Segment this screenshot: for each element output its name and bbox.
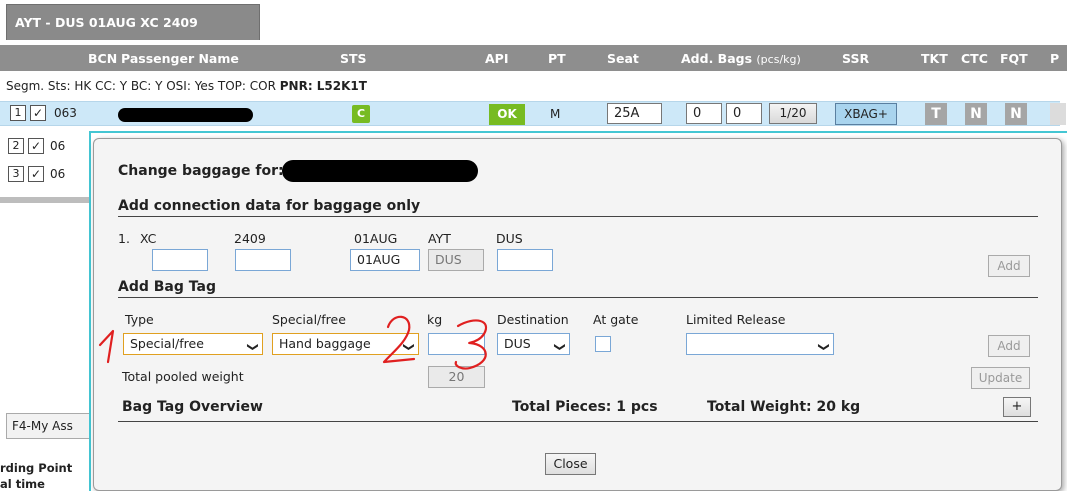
close-button[interactable]: Close [545,453,596,475]
row-separator [0,197,90,203]
row-checkbox[interactable]: ✓ [30,105,46,121]
col-add-bags-label: Add. Bags [681,51,753,66]
status-badge[interactable]: C [352,105,370,123]
type-select[interactable]: Special/free ❯ [123,333,263,355]
pooled-weight-value: 20 [428,366,485,388]
col-ctc[interactable]: CTC [961,51,988,66]
update-button[interactable]: Update [971,367,1030,389]
row-number[interactable]: 2 [8,138,24,154]
col-bcn[interactable]: BCN [88,51,117,66]
bags-kg-input[interactable]: 0 [726,103,762,124]
bcn-value: 06 [50,139,66,153]
total-pieces: Total Pieces: 1 pcs [512,399,658,415]
connection-date: 01AUG [354,231,398,246]
dialog-title: Change baggage for: [118,163,284,179]
at-gate-label: At gate [593,312,639,327]
passenger-type: M [550,107,561,121]
api-status-badge[interactable]: OK [489,104,525,125]
date-input[interactable]: 01AUG [350,249,420,271]
col-pt[interactable]: PT [548,51,566,66]
passenger-row[interactable]: 3 ✓ 06 [4,163,94,185]
limited-release-select[interactable]: ❯ [686,333,834,355]
seat-field[interactable]: 25A [607,103,662,124]
total-weight: Total Weight: 20 kg [707,399,861,415]
kg-input[interactable] [428,333,485,355]
bag-tag-section-title: Add Bag Tag [118,279,216,295]
bag-ratio-button[interactable]: 1/20 [769,103,817,124]
section-divider [118,421,1038,422]
segment-status-text: Segm. Sts: HK CC: Y BC: Y OSI: Yes TOP: … [6,79,280,93]
section-divider [118,297,1038,298]
passenger-row[interactable]: 1 ✓ 063 C OK M 25A 0 0 1/20 XBAG+ T N N [0,101,1066,126]
special-free-select-value: Hand baggage [279,336,371,351]
col-api[interactable]: API [485,51,509,66]
col-passenger-name[interactable]: Passenger Name [121,51,239,66]
passenger-row[interactable]: 2 ✓ 06 [4,135,94,157]
col-p[interactable]: P [1050,51,1059,66]
chevron-down-icon: ❯ [402,342,416,352]
destination-airport-input[interactable] [497,249,553,271]
col-add-bags[interactable]: Add. Bags (pcs/kg) [681,51,801,66]
col-ssr[interactable]: SSR [842,51,869,66]
type-label: Type [125,312,154,327]
type-select-value: Special/free [130,336,204,351]
connection-section-title: Add connection data for baggage only [118,198,421,214]
special-free-select[interactable]: Hand baggage ❯ [272,333,419,355]
redacted-name [118,108,253,122]
special-free-label: Special/free [272,312,346,327]
segment-info: Segm. Sts: HK CC: Y BC: Y OSI: Yes TOP: … [6,79,367,93]
col-seat[interactable]: Seat [607,51,639,66]
chevron-down-icon: ❯ [553,342,567,352]
add-connection-button[interactable]: Add [988,255,1030,277]
boarding-point-label: rding Point [0,461,73,475]
time-label: al time [0,477,45,491]
section-divider [118,216,1038,217]
connection-airline: XC [140,231,157,246]
row-checkbox[interactable]: ✓ [28,166,44,182]
bcn-value: 06 [50,167,66,181]
flight-number-input[interactable] [235,249,291,271]
row-checkbox[interactable]: ✓ [28,138,44,154]
bags-pieces-input[interactable]: 0 [686,103,722,124]
ssr-button[interactable]: XBAG+ [835,103,897,125]
col-sts[interactable]: STS [340,51,367,66]
pnr-label: PNR: L52K1T [279,79,367,93]
connection-to: DUS [496,231,523,246]
kg-label: kg [427,312,443,327]
redacted-passenger-name [282,160,478,182]
bag-tag-overview-title: Bag Tag Overview [122,399,263,415]
col-add-bags-unit: (pcs/kg) [756,53,801,66]
row-number[interactable]: 3 [8,166,24,182]
ctc-flag[interactable]: N [965,103,987,125]
change-baggage-dialog: Change baggage for: Add connection data … [93,138,1062,491]
tkt-flag[interactable]: T [925,103,947,125]
dialog-title-text: Change baggage for: [118,163,284,179]
destination-select[interactable]: DUS ❯ [497,333,570,355]
airline-input[interactable] [152,249,208,271]
connection-index: 1. [118,231,130,246]
expand-overview-button[interactable]: + [1003,397,1031,417]
origin-input: DUS [428,249,484,271]
fqt-flag[interactable]: N [1005,103,1027,125]
connection-from: AYT [428,231,451,246]
destination-label: Destination [497,312,569,327]
limited-release-label: Limited Release [686,312,786,327]
p-flag[interactable] [1050,103,1066,125]
passenger-table-header: BCN Passenger Name STS API PT Seat Add. … [0,45,1067,71]
destination-select-value: DUS [504,336,531,351]
bcn-value: 063 [54,106,77,120]
tab-f4-my-assignments[interactable]: F4-My Ass [6,413,90,439]
at-gate-checkbox[interactable] [595,336,611,352]
add-bag-tag-button[interactable]: Add [988,335,1030,357]
row-number[interactable]: 1 [10,105,26,121]
flight-tab[interactable]: AYT - DUS 01AUG XC 2409 [6,4,260,40]
col-tkt[interactable]: TKT [921,51,948,66]
chevron-down-icon: ❯ [246,342,260,352]
pooled-weight-label: Total pooled weight [122,369,244,384]
col-fqt[interactable]: FQT [1000,51,1028,66]
connection-flight-number: 2409 [234,231,266,246]
chevron-down-icon: ❯ [817,342,831,352]
